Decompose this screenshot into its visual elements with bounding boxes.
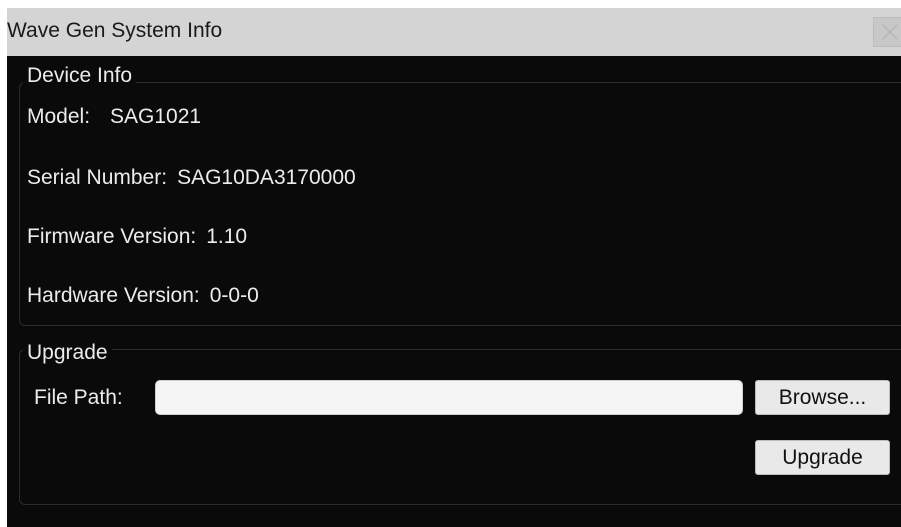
firmware-version-label: Firmware Version:	[27, 225, 197, 248]
firmware-version-row: Firmware Version: 1.10	[27, 224, 247, 250]
firmware-version-value: 1.10	[206, 225, 248, 248]
serial-number-row: Serial Number: SAG10DA3170000	[27, 165, 356, 191]
model-label: Model:	[27, 105, 91, 128]
model-row: Model: SAG1021	[27, 104, 201, 130]
close-button[interactable]	[873, 17, 901, 47]
model-value: SAG1021	[110, 105, 202, 128]
device-info-legend: Device Info	[23, 63, 137, 89]
upgrade-legend: Upgrade	[23, 340, 112, 366]
upgrade-group	[19, 349, 901, 505]
system-info-dialog: Wave Gen System Info Device Info Model: S…	[7, 8, 901, 527]
file-path-input[interactable]	[155, 380, 743, 415]
hardware-version-value: 0-0-0	[209, 284, 259, 307]
hardware-version-label: Hardware Version:	[27, 284, 200, 307]
title-bar: Wave Gen System Info	[7, 8, 901, 56]
hardware-version-row: Hardware Version: 0-0-0	[27, 283, 259, 309]
file-path-label: File Path:	[34, 386, 123, 409]
browse-button[interactable]: Browse...	[755, 380, 890, 415]
serial-number-label: Serial Number:	[27, 166, 168, 189]
serial-number-value: SAG10DA3170000	[177, 166, 356, 189]
upgrade-button[interactable]: Upgrade	[755, 440, 890, 475]
close-x-icon	[882, 24, 898, 40]
window-title: Wave Gen System Info	[7, 19, 223, 42]
